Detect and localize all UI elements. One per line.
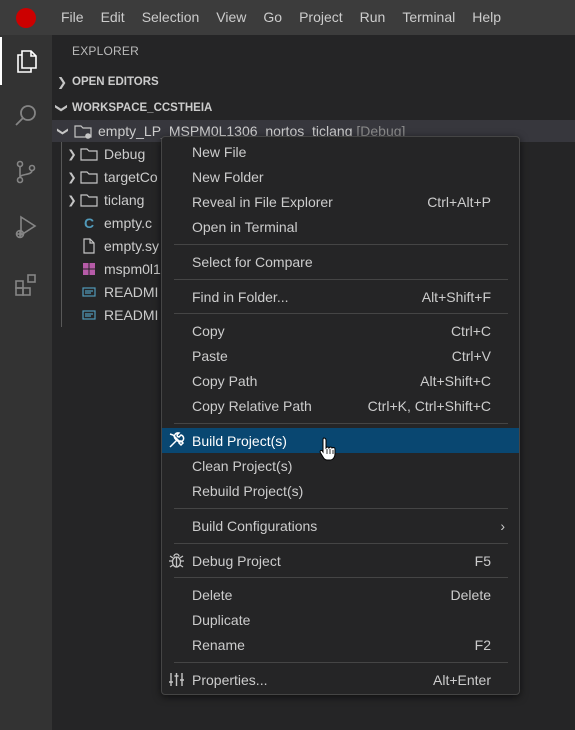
tree-item-label: READMI [104,284,159,300]
search-icon[interactable] [0,92,52,140]
menu-reveal-in-explorer[interactable]: Reveal in File Explorer Ctrl+Alt+P [162,189,519,214]
run-debug-icon[interactable] [0,203,52,251]
menu-separator [174,543,508,544]
c-file-icon: C [83,215,95,231]
chevron-right-icon: ❯ [56,75,68,89]
menu-edit[interactable]: Edit [92,0,133,35]
open-editors-label: OPEN EDITORS [72,76,159,88]
menu-separator [174,313,508,314]
menu-go[interactable]: Go [254,0,290,35]
open-editors-section[interactable]: ❯ OPEN EDITORS [52,71,575,93]
menu-separator [174,423,508,424]
chevron-right-icon: ❯ [67,148,77,161]
menu-separator [174,244,508,245]
bug-icon [168,552,185,569]
tree-item-debug[interactable]: ❯ Debug [64,143,145,165]
tree-item-label: empty.sy [104,238,159,254]
chevron-right-icon: ❯ [67,171,77,184]
menu-file[interactable]: File [52,0,92,35]
menu-copy-path[interactable]: Copy Path Alt+Shift+C [162,368,519,393]
windows-file-icon [80,261,98,277]
tree-item-mspm0l1[interactable]: mspm0l1 [80,258,161,280]
menu-copy[interactable]: Copy Ctrl+C [162,318,519,343]
menu-view[interactable]: View [207,0,254,35]
menu-bar: File Edit Selection View Go Project Run … [0,0,575,35]
menu-paste[interactable]: Paste Ctrl+V [162,343,519,368]
menu-open-in-terminal[interactable]: Open in Terminal [162,214,519,239]
tree-item-label: targetCo [104,169,158,185]
menu-copy-relative-path[interactable]: Copy Relative Path Ctrl+K, Ctrl+Shift+C [162,393,519,418]
chevron-down-icon: ❯ [56,126,69,136]
menu-new-file[interactable]: New File [162,139,519,164]
menu-select-for-compare[interactable]: Select for Compare [162,249,519,274]
tree-item-label: ticlang [104,192,145,208]
readme-file-icon [80,284,98,300]
source-control-icon[interactable] [0,148,52,196]
menu-delete[interactable]: Delete Delete [162,582,519,607]
folder-icon [80,146,98,162]
activity-bar [0,35,52,730]
menu-selection[interactable]: Selection [133,0,208,35]
menu-new-folder[interactable]: New Folder [162,164,519,189]
workspace-section[interactable]: ❯ WORKSPACE_CCSTHEIA [52,97,575,119]
tree-item-readme-1[interactable]: READMI [80,281,158,303]
tree-item-empty-c[interactable]: C empty.c [80,212,152,234]
workspace-label: WORKSPACE_CCSTHEIA [72,102,213,114]
menu-project[interactable]: Project [290,0,351,35]
tree-item-targetco[interactable]: ❯ targetCo [64,166,158,188]
tree-item-label: mspm0l1 [104,261,161,277]
menu-find-in-folder[interactable]: Find in Folder... Alt+Shift+F [162,284,519,309]
menu-clean-project[interactable]: Clean Project(s) [162,453,519,478]
chevron-right-icon: ❯ [67,194,77,207]
tree-item-readme-2[interactable]: READMI [80,304,158,326]
extensions-icon[interactable] [0,261,52,309]
menu-rebuild-project[interactable]: Rebuild Project(s) [162,478,519,503]
tree-item-label: empty.c [104,215,152,231]
menu-separator [174,279,508,280]
tree-item-empty-syscfg[interactable]: empty.sy [80,235,159,257]
menu-debug-project[interactable]: Debug Project F5 [162,548,519,573]
file-icon [80,238,98,254]
menu-rename[interactable]: Rename F2 [162,632,519,657]
hand-cursor-icon [319,437,336,461]
tree-item-label: Debug [104,146,146,162]
menu-build-project[interactable]: Build Project(s) [162,428,519,453]
explorer-icon[interactable] [0,37,52,85]
tree-indent-guide [61,142,62,327]
explorer-title: EXPLORER [72,44,139,58]
readme-file-icon [80,307,98,323]
chevron-right-icon: › [500,517,505,534]
menu-terminal[interactable]: Terminal [393,0,463,35]
menu-run[interactable]: Run [351,0,394,35]
menu-help[interactable]: Help [463,0,509,35]
wrench-screwdriver-icon [168,432,185,449]
tree-item-ticlang[interactable]: ❯ ticlang [64,189,144,211]
tree-item-label: READMI [104,307,159,323]
menu-build-configurations[interactable]: Build Configurations › [162,513,519,538]
app-logo [0,0,52,35]
context-menu: New File New Folder Reveal in File Explo… [161,136,520,695]
menu-properties[interactable]: Properties... Alt+Enter [162,667,519,692]
settings-sliders-icon [168,671,185,688]
menu-separator [174,508,508,509]
project-folder-icon [74,123,92,139]
chevron-down-icon: ❯ [55,102,69,114]
folder-icon [80,192,98,208]
menu-separator [174,662,508,663]
menu-duplicate[interactable]: Duplicate [162,607,519,632]
folder-icon [80,169,98,185]
menu-separator [174,577,508,578]
